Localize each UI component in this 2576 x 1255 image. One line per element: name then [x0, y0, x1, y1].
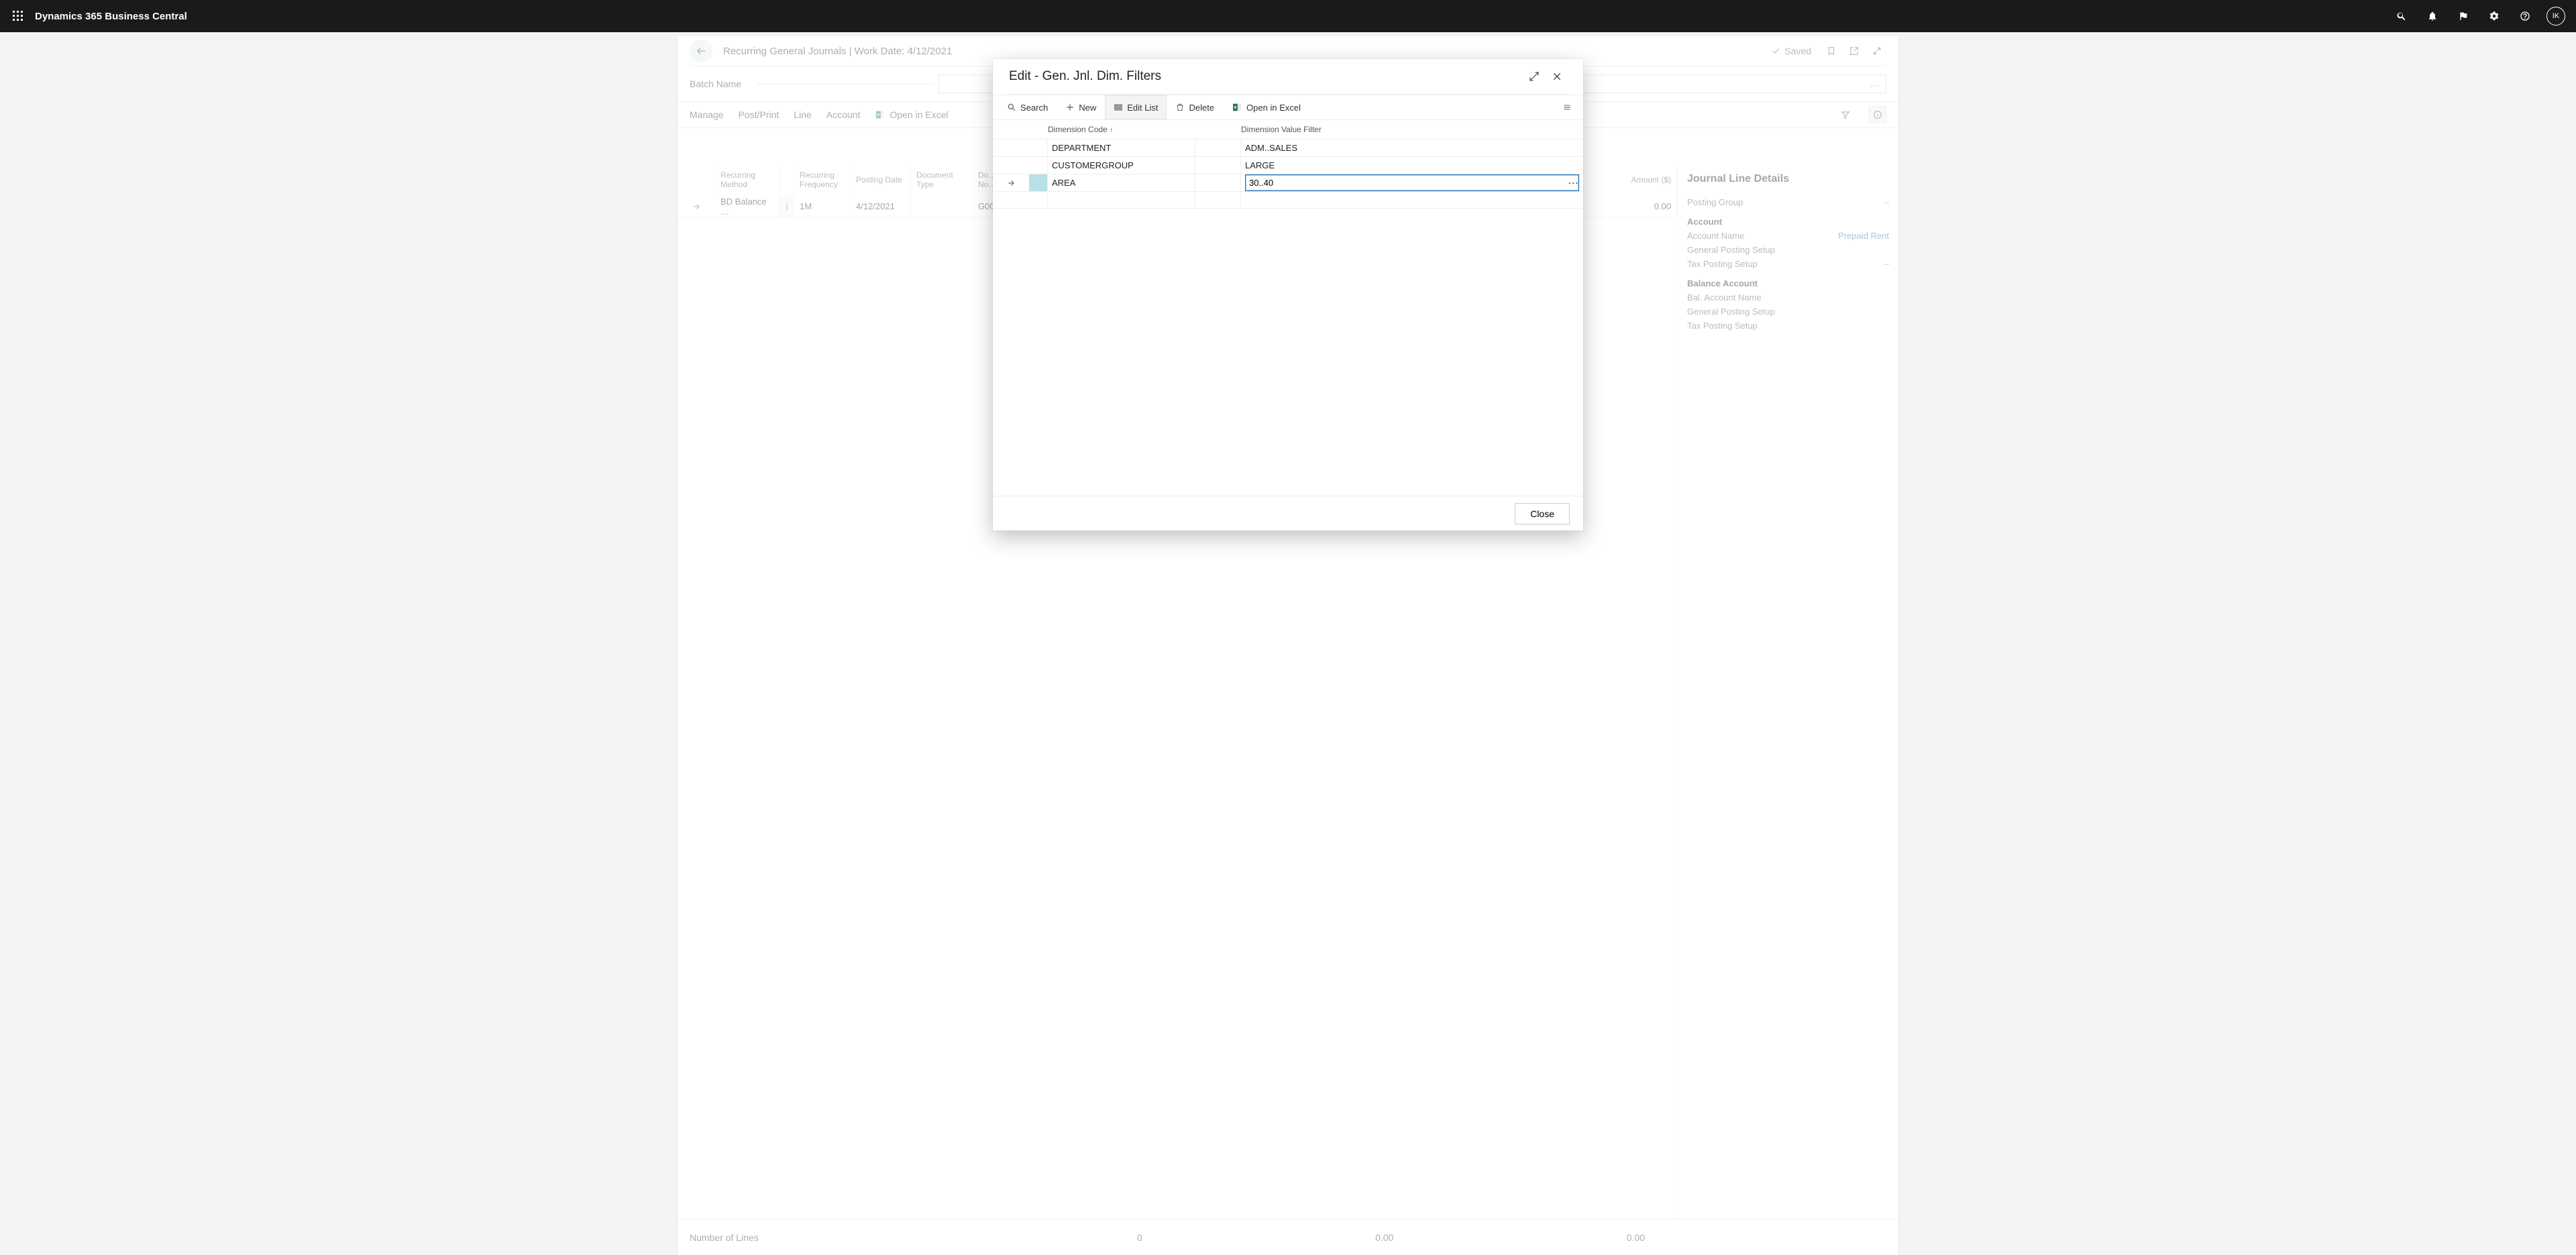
new-button[interactable]: New — [1057, 95, 1105, 119]
table-row[interactable]: AREA ··· — [993, 174, 1583, 191]
table-row[interactable]: CUSTOMERGROUP LARGE — [993, 156, 1583, 174]
dimension-value-filter-input[interactable] — [1245, 174, 1579, 191]
table-row[interactable]: DEPARTMENT ADM..SALES — [993, 139, 1583, 156]
bell-icon[interactable] — [2418, 0, 2447, 32]
help-icon[interactable] — [2510, 0, 2540, 32]
app-header: Dynamics 365 Business Central IK — [0, 0, 2576, 32]
search-icon[interactable] — [2387, 0, 2416, 32]
row-indicator-icon — [993, 174, 1029, 191]
gear-icon[interactable] — [2479, 0, 2509, 32]
edit-list-button[interactable]: Edit List — [1105, 95, 1167, 119]
dialog-title: Edit - Gen. Jnl. Dim. Filters — [1009, 69, 1161, 84]
app-title: Dynamics 365 Business Central — [35, 11, 187, 22]
col-dimension-value-filter[interactable]: Dimension Value Filter — [1241, 125, 1322, 134]
expand-icon[interactable] — [1524, 66, 1544, 87]
table-row[interactable] — [993, 191, 1583, 209]
search-button[interactable]: Search — [998, 95, 1057, 119]
close-button[interactable]: Close — [1515, 503, 1570, 525]
dimension-filters-dialog: Edit - Gen. Jnl. Dim. Filters Search New… — [993, 59, 1583, 531]
avatar[interactable]: IK — [2546, 7, 2565, 25]
delete-button[interactable]: Delete — [1167, 95, 1223, 119]
dialog-grid: Dimension Code ↑ Dimension Value Filter … — [993, 120, 1583, 496]
dialog-open-in-excel-button[interactable]: Open in Excel — [1223, 95, 1309, 119]
modal-backdrop: Edit - Gen. Jnl. Dim. Filters Search New… — [0, 32, 2576, 1255]
more-options-icon[interactable] — [1556, 95, 1578, 119]
assist-edit-icon[interactable]: ··· — [1568, 178, 1579, 188]
col-dimension-code[interactable]: Dimension Code — [1048, 125, 1108, 134]
dialog-toolbar: Search New Edit List Delete Open in Exce… — [993, 95, 1583, 120]
flag-icon[interactable] — [2449, 0, 2478, 32]
app-launcher-icon[interactable] — [5, 0, 31, 32]
close-icon[interactable] — [1547, 66, 1567, 87]
